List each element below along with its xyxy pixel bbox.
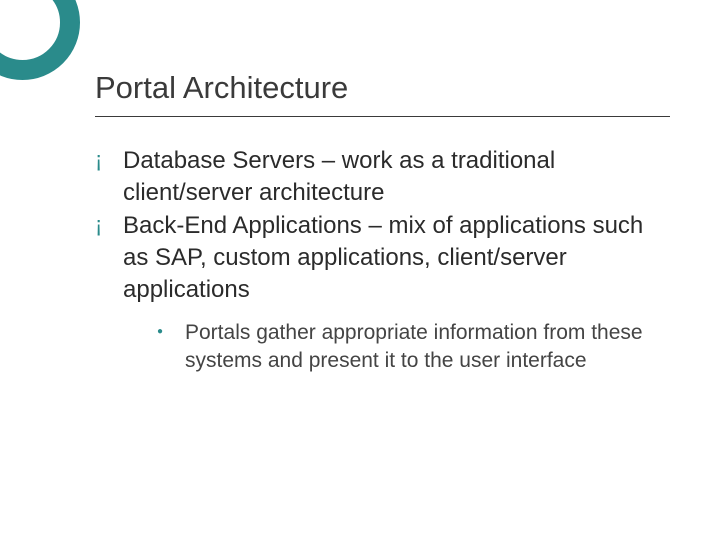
list-item: Portals gather appropriate information f… [157,319,670,374]
bullet-text: Database Servers – work as a traditional… [123,147,555,206]
bullet-list: Database Servers – work as a traditional… [95,145,670,375]
slide-title: Portal Architecture [95,70,670,110]
title-underline [95,116,670,117]
sub-bullet-list: Portals gather appropriate information f… [123,319,670,374]
list-item: Database Servers – work as a traditional… [95,145,670,208]
bullet-text: Portals gather appropriate information f… [185,321,643,372]
list-item: Back-End Applications – mix of applicati… [95,210,670,374]
bullet-text: Back-End Applications – mix of applicati… [123,212,643,302]
slide: Portal Architecture Database Servers – w… [0,0,720,540]
